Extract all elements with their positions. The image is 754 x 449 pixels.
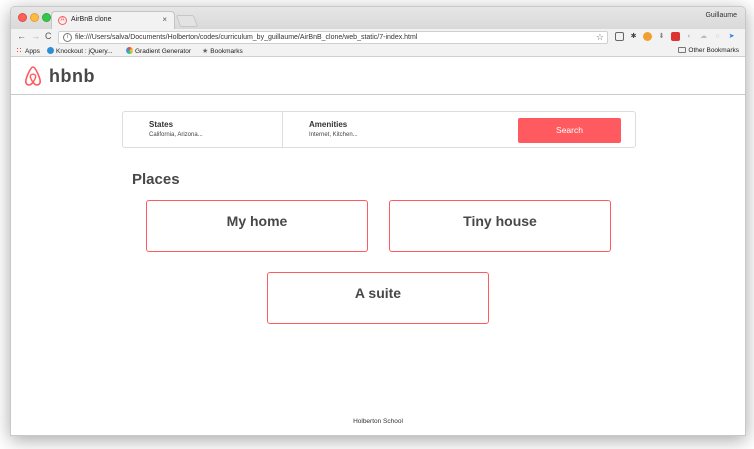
footer-text: Holberton School xyxy=(353,418,403,425)
knockout-icon xyxy=(47,47,54,54)
bookmark-knockout[interactable]: Knockout : jQuery... xyxy=(47,47,113,55)
tab-close-icon[interactable]: × xyxy=(162,15,167,24)
site-header: hbnb xyxy=(11,58,745,95)
bookmarks-bar: Apps Knockout : jQuery... Gradient Gener… xyxy=(11,45,745,57)
browser-window: A AirBnB clone × Guillaume ← → C i file:… xyxy=(10,6,746,436)
bookmark-gradient-generator[interactable]: Gradient Generator xyxy=(126,47,191,55)
title-bar: A AirBnB clone × Guillaume xyxy=(11,7,745,29)
browser-toolbar: ← → C i file:///Users/salva/Documents/Ho… xyxy=(11,29,745,45)
extension-circle-icon[interactable]: ○ xyxy=(713,32,722,41)
apps-grid-icon xyxy=(16,47,23,54)
cast-icon[interactable] xyxy=(615,32,624,41)
address-bar[interactable]: i file:///Users/salva/Documents/Holberto… xyxy=(58,31,608,44)
search-button[interactable]: Search xyxy=(518,118,621,143)
download-icon[interactable]: ⬇ xyxy=(657,32,666,41)
places-title: Places xyxy=(132,171,180,188)
star-icon: ★ xyxy=(202,48,209,55)
place-name: A suite xyxy=(354,285,402,301)
place-name: Tiny house xyxy=(463,213,537,229)
place-card[interactable]: Tiny house xyxy=(389,200,611,252)
back-arrow-icon[interactable]: ← xyxy=(17,31,26,41)
profile-name[interactable]: Guillaume xyxy=(705,12,737,19)
reload-icon[interactable]: C xyxy=(45,31,52,41)
extension-cloud-icon[interactable]: ☁ xyxy=(699,32,708,41)
filters-bar: States California, Arizona... Amenities … xyxy=(122,111,636,148)
amenities-filter-value: Internet, Kitchen... xyxy=(309,132,358,138)
close-window-button[interactable] xyxy=(18,13,27,22)
tab-title: AirBnB clone xyxy=(71,16,112,23)
extension-red-icon[interactable] xyxy=(671,32,680,41)
site-footer: Holberton School xyxy=(11,418,745,425)
info-icon[interactable]: i xyxy=(63,33,72,42)
other-bookmarks[interactable]: Other Bookmarks xyxy=(678,47,739,54)
extension-grey-icon[interactable]: ◐ xyxy=(685,32,694,41)
amenities-filter-title: Amenities xyxy=(309,120,348,129)
gradient-icon xyxy=(126,47,133,54)
menu-dots-icon[interactable]: ⋮ xyxy=(741,32,745,41)
place-name: My home xyxy=(226,213,288,229)
forward-arrow-icon[interactable]: → xyxy=(31,31,40,41)
folder-icon xyxy=(678,47,687,53)
url-text[interactable]: file:///Users/salva/Documents/Holberton/… xyxy=(75,34,417,41)
place-card[interactable]: My home xyxy=(146,200,368,252)
extension-icons: ✱ ⬇ ◐ ☁ ○ ➤ ⋮ xyxy=(615,32,745,43)
browser-tab[interactable]: A AirBnB clone × xyxy=(51,11,175,29)
new-tab-button[interactable] xyxy=(175,15,199,27)
gear-icon[interactable]: ✱ xyxy=(629,32,638,41)
maximize-window-button[interactable] xyxy=(42,13,51,22)
bookmark-bookmarks[interactable]: ★ Bookmarks xyxy=(202,47,243,55)
send-arrow-icon[interactable]: ➤ xyxy=(727,32,736,41)
bookmark-apps[interactable]: Apps xyxy=(16,47,40,55)
bookmark-star-icon[interactable]: ☆ xyxy=(596,32,604,43)
states-filter[interactable]: States California, Arizona... xyxy=(123,112,283,147)
amenities-filter[interactable]: Amenities Internet, Kitchen... xyxy=(283,112,483,147)
logo-text[interactable]: hbnb xyxy=(49,66,95,87)
place-card[interactable]: A suite xyxy=(267,272,489,324)
minimize-window-button[interactable] xyxy=(30,13,39,22)
states-filter-value: California, Arizona... xyxy=(149,132,203,138)
extension-orange-icon[interactable] xyxy=(643,32,652,41)
page-content: hbnb States California, Arizona... Ameni… xyxy=(11,58,745,435)
airbnb-favicon-icon: A xyxy=(58,16,67,25)
airbnb-logo-icon[interactable] xyxy=(24,65,42,87)
states-filter-title: States xyxy=(149,120,174,129)
